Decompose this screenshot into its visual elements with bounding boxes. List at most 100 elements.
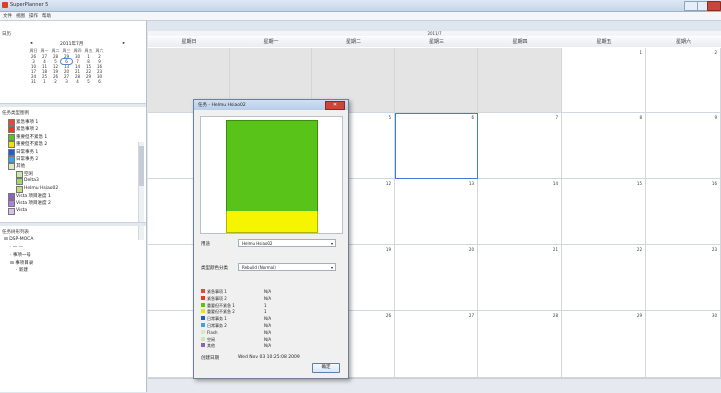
- legend-value: 1: [264, 309, 267, 315]
- day-header: 星期五: [562, 37, 647, 47]
- calendar-day-cell[interactable]: 7: [478, 113, 562, 179]
- category-label: 紧急事项 2: [16, 127, 39, 133]
- calendar-day-cell[interactable]: 1: [562, 48, 646, 113]
- legend-label: 重要但不紧急 2: [207, 309, 235, 315]
- category-color-swatch: [8, 141, 15, 149]
- menu-view[interactable]: 视图: [16, 13, 25, 19]
- mini-calendar-day[interactable]: 4: [72, 79, 83, 84]
- tree-item[interactable]: ⊟ DSP-MOCA: [4, 237, 33, 242]
- mini-calendar: 周日 周一 周二 周三 周四 周五 周六 26 27 28 29 30 1 2 3 4 5 6 7 8 9 10 11 12 1…: [28, 48, 105, 84]
- calendar-day-cell[interactable]: 2: [646, 48, 721, 113]
- category-color-swatch: [8, 119, 15, 126]
- day-number: 2: [714, 50, 717, 55]
- sidebar: 日历 ◂ 2011年7月 ▸ 周日 周一 周二 周三 周四 周五 周六 26 27 28 29 30 1…: [0, 21, 147, 392]
- minimize-button[interactable]: [684, 1, 698, 11]
- menu-file[interactable]: 文件: [3, 13, 12, 19]
- menu-help[interactable]: 帮助: [42, 13, 51, 19]
- calendar-day-cell[interactable]: 6: [395, 113, 478, 179]
- tree-item[interactable]: ⊟ 事项目录: [10, 260, 33, 266]
- day-number: 29: [636, 313, 642, 318]
- menu-actions[interactable]: 操作: [29, 13, 38, 19]
- next-month-icon[interactable]: ▸: [123, 41, 125, 46]
- mini-calendar-day[interactable]: 5: [83, 79, 94, 84]
- calendar-day-cell[interactable]: 16: [646, 179, 721, 245]
- day-number: 22: [636, 247, 642, 252]
- day-number: 8: [639, 115, 642, 120]
- scrollbar-thumb[interactable]: [139, 146, 144, 186]
- tree-item[interactable]: · 事项一号: [10, 252, 31, 258]
- category-label: 空闲: [24, 171, 33, 177]
- category-color-select[interactable]: Rebuild (Normal) ▾: [238, 263, 336, 271]
- calendar-day-cell[interactable]: 23: [646, 245, 721, 311]
- calendar-section-title: 日历: [2, 32, 11, 37]
- close-window-button[interactable]: [707, 1, 721, 11]
- day-number: 12: [385, 181, 391, 186]
- dialog-close-button[interactable]: ✕: [325, 101, 345, 110]
- day-number: 7: [555, 115, 558, 120]
- status-strip: [148, 378, 721, 393]
- ok-button[interactable]: 确定: [312, 363, 340, 373]
- mini-calendar-day[interactable]: 31: [28, 79, 39, 84]
- usage-select[interactable]: Helmu Hsiao02 ▾: [238, 239, 336, 247]
- dialog-title-bar: 任务 - Helmu Hsiao02 ✕: [194, 100, 348, 110]
- category-label: Delta3: [24, 178, 39, 184]
- category-color-swatch: [8, 163, 15, 171]
- usage-value: Helmu Hsiao02: [242, 241, 273, 246]
- dialog-title: 任务 - Helmu Hsiao02: [198, 103, 246, 108]
- calendar-day-cell[interactable]: 14: [478, 179, 562, 245]
- tree-item[interactable]: · 新建: [16, 267, 28, 273]
- calendar-day-cell[interactable]: 29: [562, 311, 646, 378]
- category-label: 其他: [16, 164, 25, 170]
- usage-label: 用途: [201, 242, 210, 247]
- category-label: Helmu Hsiao02: [24, 185, 59, 191]
- calendar-day-cell[interactable]: 8: [562, 113, 646, 179]
- day-number: 13: [468, 181, 474, 186]
- tree-item[interactable]: · — —: [10, 245, 23, 250]
- legend-value: N/A: [264, 323, 272, 328]
- category-color-swatch: [16, 178, 23, 186]
- calendar-day-cell[interactable]: 15: [562, 179, 646, 245]
- prev-month-icon[interactable]: ◂: [30, 41, 32, 46]
- day-number: 23: [711, 247, 717, 252]
- calendar-day-cell[interactable]: 28: [478, 311, 562, 378]
- calendar-day-cell[interactable]: 9: [646, 113, 721, 179]
- category-color-label: 类型颜色分类: [201, 266, 228, 271]
- calendar-day-cell[interactable]: [478, 48, 562, 113]
- day-header: 星期四: [478, 37, 563, 47]
- legend-swatch: [201, 289, 205, 293]
- day-header: 星期一: [230, 37, 313, 47]
- day-number: 19: [385, 247, 391, 252]
- task-properties-dialog: 任务 - Helmu Hsiao02 ✕ 用途 Helmu Hsiao02 ▾ 类…: [193, 99, 349, 379]
- calendar-day-cell[interactable]: 27: [395, 311, 478, 378]
- calendar-day-cell[interactable]: 13: [395, 179, 478, 245]
- calendar-day-cell[interactable]: [395, 48, 478, 113]
- menu-bar: 文件 视图 操作 帮助: [0, 12, 721, 21]
- category-label: Vista 项目进度 2: [16, 201, 51, 207]
- mini-calendar-day[interactable]: 3: [61, 79, 72, 84]
- day-header: 星期六: [646, 37, 721, 47]
- calendar-day-cell[interactable]: 22: [562, 245, 646, 311]
- day-number: 28: [552, 313, 558, 318]
- mini-calendar-month: 2011年7月: [60, 42, 84, 47]
- legend-value: N/A: [264, 329, 272, 335]
- legend-swatch: [201, 309, 205, 314]
- legend-value: N/A: [264, 295, 272, 301]
- created-label: 创建日期: [201, 356, 219, 361]
- day-number: 14: [552, 181, 558, 186]
- category-color-swatch: [8, 148, 15, 156]
- category-label: 日常事务 2: [16, 157, 39, 162]
- color-preview: [200, 116, 343, 234]
- divider: [0, 103, 146, 107]
- mini-calendar-day[interactable]: 1: [39, 79, 50, 84]
- tree-section-title: 任务树形列表: [2, 230, 29, 235]
- mini-calendar-day[interactable]: 2: [50, 79, 61, 84]
- legend-value: 1: [264, 302, 267, 308]
- legend-label: 紧急事项 2: [207, 295, 227, 301]
- legend-label: 空闲: [207, 336, 215, 342]
- calendar-day-cell[interactable]: 20: [395, 245, 478, 311]
- category-color-swatch: [8, 156, 15, 163]
- calendar-day-cell[interactable]: 21: [478, 245, 562, 311]
- category-color-swatch: [8, 193, 15, 200]
- calendar-day-cell[interactable]: 30: [646, 311, 721, 378]
- mini-calendar-day[interactable]: 6: [94, 79, 105, 84]
